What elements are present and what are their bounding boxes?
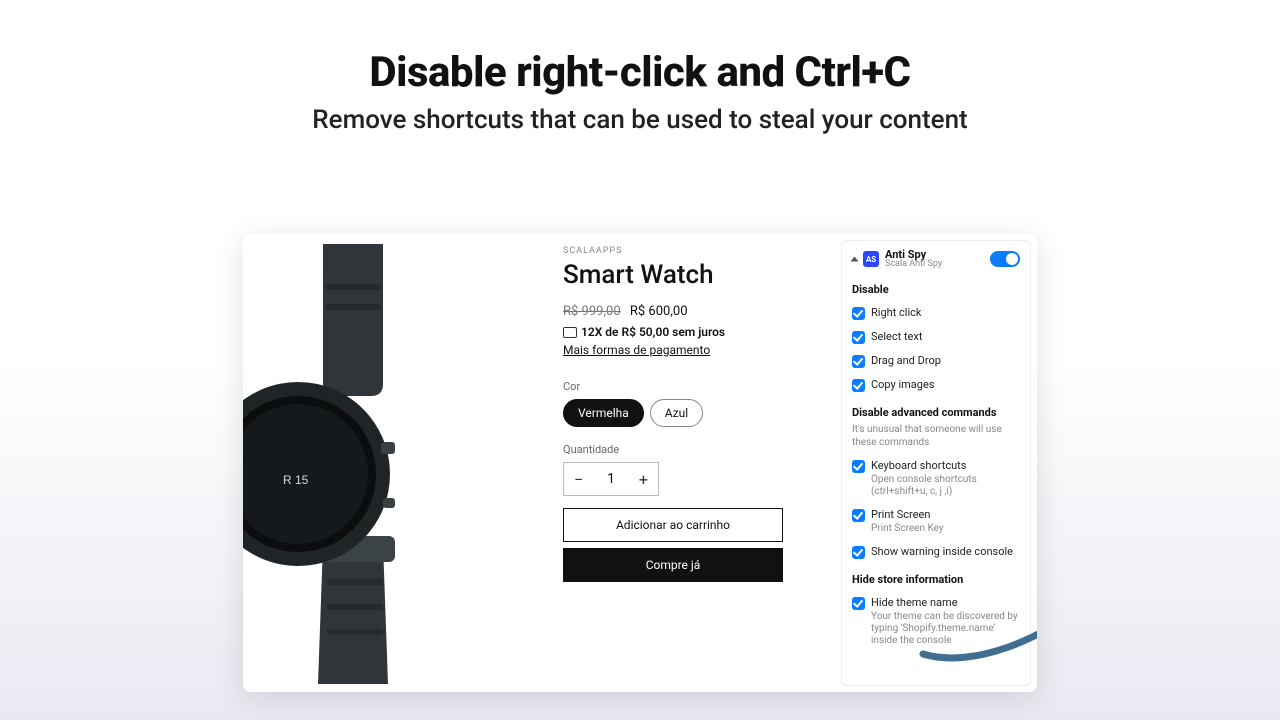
buy-now-button[interactable]: Compre já — [563, 548, 783, 582]
checkbox-hide-theme[interactable] — [852, 597, 865, 610]
section-disable: Disable — [852, 283, 1020, 296]
hero-title: Disable right-click and Ctrl+C — [0, 48, 1280, 97]
checkbox-select-text[interactable] — [852, 331, 865, 344]
app-icon: AS — [863, 251, 879, 267]
qty-value: 1 — [607, 471, 615, 487]
label-right-click: Right click — [871, 306, 921, 319]
option-azul[interactable]: Azul — [650, 399, 703, 427]
caret-icon — [851, 257, 859, 262]
option-vermelha[interactable]: Vermelha — [563, 399, 644, 427]
qty-label: Quantidade — [563, 443, 823, 456]
installments-row: 12X de R$ 50,00 sem juros — [563, 325, 823, 339]
screenshot-card: R 15 SCALAAPPS Smart Watch R$ 999,00 R$ … — [243, 234, 1037, 692]
sub-print-screen: Print Screen Key — [871, 523, 1020, 535]
section-advanced: Disable advanced commands — [852, 406, 1020, 419]
app-enable-toggle[interactable] — [990, 251, 1020, 267]
product-image: R 15 — [243, 244, 543, 684]
option-label: Cor — [563, 380, 823, 393]
app-header[interactable]: AS Anti Spy Scala Anti Spy — [852, 249, 1020, 269]
installments-text: 12X de R$ 50,00 sem juros — [581, 325, 725, 339]
checkbox-copy-images[interactable] — [852, 379, 865, 392]
svg-text:R 15: R 15 — [283, 473, 309, 487]
card-icon — [563, 327, 577, 338]
advanced-note: It's unusual that someone will use these… — [852, 423, 1020, 449]
checkbox-print-screen[interactable] — [852, 509, 865, 522]
label-keyboard-shortcuts: Keyboard shortcuts — [871, 459, 966, 472]
label-print-screen: Print Screen — [871, 508, 930, 521]
price-row: R$ 999,00 R$ 600,00 — [563, 304, 823, 319]
sub-hide-theme: Your theme can be discovered by typing '… — [871, 611, 1020, 647]
section-hide: Hide store information — [852, 573, 1020, 586]
label-select-text: Select text — [871, 330, 922, 343]
qty-plus[interactable]: + — [639, 470, 648, 489]
sub-keyboard-shortcuts: Open console shortcuts (ctrl+shift+u, c,… — [871, 474, 1020, 498]
price-current: R$ 600,00 — [630, 304, 688, 319]
qty-stepper[interactable]: − 1 + — [563, 462, 659, 496]
more-payments-link[interactable]: Mais formas de pagamento — [563, 343, 710, 357]
product-title: Smart Watch — [563, 260, 823, 290]
label-copy-images: Copy images — [871, 378, 934, 391]
product-info: SCALAAPPS Smart Watch R$ 999,00 R$ 600,0… — [563, 246, 823, 582]
product-vendor: SCALAAPPS — [563, 246, 823, 256]
checkbox-right-click[interactable] — [852, 307, 865, 320]
label-console-warning: Show warning inside console — [871, 545, 1013, 558]
hero-subtitle: Remove shortcuts that can be used to ste… — [0, 105, 1280, 135]
qty-minus[interactable]: − — [574, 470, 583, 489]
settings-panel: AS Anti Spy Scala Anti Spy Disable Right… — [841, 240, 1031, 686]
app-subtitle: Scala Anti Spy — [885, 260, 942, 269]
label-hide-theme: Hide theme name — [871, 596, 958, 609]
checkbox-console-warning[interactable] — [852, 546, 865, 559]
add-to-cart-button[interactable]: Adicionar ao carrinho — [563, 508, 783, 542]
price-compare: R$ 999,00 — [563, 304, 621, 319]
label-drag-drop: Drag and Drop — [871, 354, 941, 367]
checkbox-drag-drop[interactable] — [852, 355, 865, 368]
checkbox-keyboard-shortcuts[interactable] — [852, 460, 865, 473]
product-area: R 15 SCALAAPPS Smart Watch R$ 999,00 R$ … — [243, 234, 837, 692]
